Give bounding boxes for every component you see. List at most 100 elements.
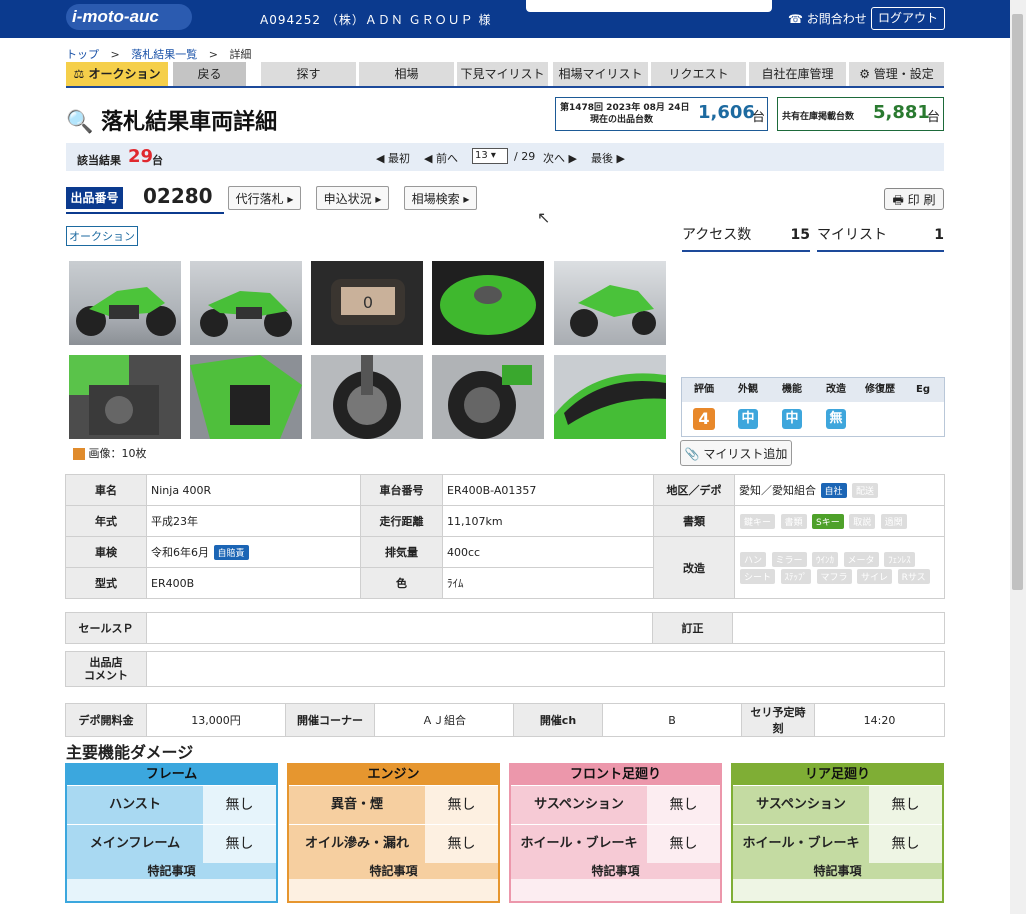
frame-image bbox=[190, 355, 302, 439]
phone-icon: ☎ bbox=[788, 12, 803, 26]
damage-row: ホイール・ブレーキ 無し bbox=[511, 824, 720, 863]
tab-admin[interactable]: ⚙ 管理・設定 bbox=[849, 62, 944, 86]
tab-back[interactable]: 戻る bbox=[173, 62, 246, 86]
photo-thumbnail[interactable] bbox=[190, 355, 302, 439]
pager-total: / 29 bbox=[514, 150, 536, 163]
damage-value: 無し bbox=[203, 786, 276, 824]
tab-preview-mylist[interactable]: 下見マイリスト bbox=[457, 62, 548, 86]
auction-info-table: デポ開料金 13,000円 開催コーナー ＡＪ組合 開催ch B セリ予定時刻 … bbox=[65, 703, 945, 737]
cell-label: 車検 bbox=[65, 536, 147, 568]
mouse-cursor-icon: ↖ bbox=[537, 208, 551, 227]
comment-label-line: コメント bbox=[84, 669, 128, 682]
panel-title: フレーム bbox=[67, 765, 276, 785]
bike-side-image bbox=[200, 291, 292, 337]
rating-table: 評価 外観 機能 改造 修復歴 Eg 4 中 中 無 bbox=[681, 377, 945, 437]
corner-value: ＡＪ組合 bbox=[374, 703, 514, 737]
photo-thumbnail[interactable] bbox=[432, 355, 544, 439]
proxy-bid-button[interactable]: 代行落札 ▸ bbox=[228, 186, 301, 210]
tab-underline bbox=[66, 86, 944, 88]
inspection-cell: 令和6年6月 自賠責 bbox=[146, 536, 361, 568]
breadcrumb-list[interactable]: 落札結果一覧 bbox=[131, 48, 197, 61]
pager-first[interactable]: ◀ 最初 bbox=[376, 150, 410, 166]
tab-request[interactable]: リクエスト bbox=[651, 62, 746, 86]
rating-header-cell: 改造 bbox=[826, 384, 846, 395]
site-logo[interactable]: i-moto-auc bbox=[66, 4, 192, 30]
photo-thumbnail[interactable] bbox=[69, 355, 181, 439]
rating-header-cell: 機能 bbox=[782, 384, 802, 395]
damage-value: 無し bbox=[203, 825, 276, 863]
tab-stock[interactable]: 自社在庫管理 bbox=[749, 62, 846, 86]
table-row: デポ開料金 13,000円 開催コーナー ＡＪ組合 開催ch B セリ予定時刻 … bbox=[65, 703, 945, 737]
docs-badge: 取説 bbox=[849, 513, 876, 529]
logout-button[interactable]: ログアウト bbox=[871, 7, 945, 30]
print-button[interactable]: 🖶 印 刷 bbox=[884, 188, 944, 210]
tank-image bbox=[440, 275, 536, 335]
mod-badge: ﾌｪﾝﾚｽ bbox=[884, 551, 915, 567]
mod-badge: ｽﾃｯﾌﾟ bbox=[780, 568, 812, 584]
damage-value: 無し bbox=[869, 786, 942, 824]
gavel-icon: ⚖ bbox=[73, 67, 85, 81]
paperclip-icon: 📎 bbox=[684, 447, 700, 461]
photo-thumbnail[interactable] bbox=[311, 355, 423, 439]
pager-next[interactable]: 次へ ▶ bbox=[543, 150, 577, 166]
photo-thumbnail[interactable] bbox=[190, 261, 302, 345]
tab-auction[interactable]: ⚖ オークション bbox=[66, 62, 168, 86]
market-search-button[interactable]: 相場検索 ▸ bbox=[404, 186, 477, 210]
tab-market[interactable]: 相場 bbox=[359, 62, 454, 86]
docs-cell: 鍵キー 書類 Sキー 取説 過関 bbox=[734, 505, 945, 537]
tab-search[interactable]: 探す bbox=[261, 62, 356, 86]
page-select[interactable]: 13 ▾ bbox=[472, 148, 508, 164]
rating-header-cell: Eg bbox=[916, 384, 930, 395]
docs-badge: Sキー bbox=[812, 513, 844, 529]
add-mylist-button[interactable]: 📎 マイリスト追加 bbox=[680, 440, 792, 466]
pager-prev[interactable]: ◀ 前へ bbox=[424, 150, 458, 166]
rating-header-cell: 外観 bbox=[738, 384, 758, 395]
photo-thumbnail[interactable] bbox=[554, 355, 666, 439]
panel-title: エンジン bbox=[289, 765, 498, 785]
model-code: ER400B bbox=[146, 567, 361, 599]
cell-label: 走行距離 bbox=[360, 505, 443, 537]
add-mylist-label: マイリスト追加 bbox=[703, 447, 788, 461]
mod-badge: ハン bbox=[740, 551, 767, 567]
hits-count: 29 bbox=[128, 146, 154, 167]
apply-status-button[interactable]: 申込状況 ▸ bbox=[316, 186, 389, 210]
vehicle-detail-table: 車名 Ninja 400R 車台番号 ER400B-A01357 地区／デポ 愛… bbox=[65, 474, 945, 599]
page-select-value: 13 bbox=[475, 150, 488, 161]
note-value bbox=[67, 879, 276, 901]
bike-front-image bbox=[570, 285, 656, 337]
contact-link[interactable]: ☎ お問合わせ bbox=[788, 10, 867, 27]
image-count: 画像：10枚 bbox=[73, 445, 147, 461]
tab-market-mylist[interactable]: 相場マイリスト bbox=[553, 62, 648, 86]
appearance-badge: 中 bbox=[738, 409, 758, 429]
scrollbar-thumb[interactable] bbox=[1012, 14, 1023, 590]
lot-underline bbox=[66, 212, 224, 214]
header-search-box[interactable] bbox=[526, 0, 772, 12]
top-bar: i-moto-auc A094252 （株）ＡＤＮ ＧＲＯＵＰ 様 ☎ お問合わ… bbox=[0, 0, 1010, 38]
tab-auction-label: オークション bbox=[88, 67, 161, 81]
settings-icon: ⚙ bbox=[859, 67, 870, 81]
mod-badge: シート bbox=[740, 568, 776, 584]
photo-thumbnail[interactable]: 0 bbox=[311, 261, 423, 345]
comment-table: 出品店 コメント bbox=[65, 651, 945, 687]
pager-last[interactable]: 最後 ▶ bbox=[591, 150, 625, 166]
insurance-badge: 自賠責 bbox=[213, 544, 249, 560]
hits-unit: 台 bbox=[152, 154, 163, 167]
cell-label: 型式 bbox=[65, 567, 147, 599]
photo-thumbnail[interactable] bbox=[432, 261, 544, 345]
current-label: 現在の出品台数 bbox=[590, 115, 654, 125]
photo-thumbnail[interactable] bbox=[69, 261, 181, 345]
region-value: 愛知／愛知組合 bbox=[739, 483, 816, 497]
note-label: 特記事項 bbox=[733, 863, 942, 879]
note-value bbox=[511, 879, 720, 901]
mod-badge: Rサス bbox=[897, 568, 930, 584]
damage-row: ハンスト 無し bbox=[67, 785, 276, 824]
model-name: Ninja 400R bbox=[146, 474, 361, 506]
photo-thumbnail[interactable] bbox=[554, 261, 666, 345]
displacement-value: 400cc bbox=[442, 536, 654, 568]
ship-badge: 配送 bbox=[852, 482, 879, 498]
docs-badge: 過関 bbox=[880, 513, 907, 529]
breadcrumb-top[interactable]: トップ bbox=[66, 48, 99, 61]
lot-number-label: 出品番号 bbox=[66, 187, 123, 209]
cell-label: 開催コーナー bbox=[285, 703, 375, 737]
mylist-label: マイリスト bbox=[817, 227, 887, 243]
